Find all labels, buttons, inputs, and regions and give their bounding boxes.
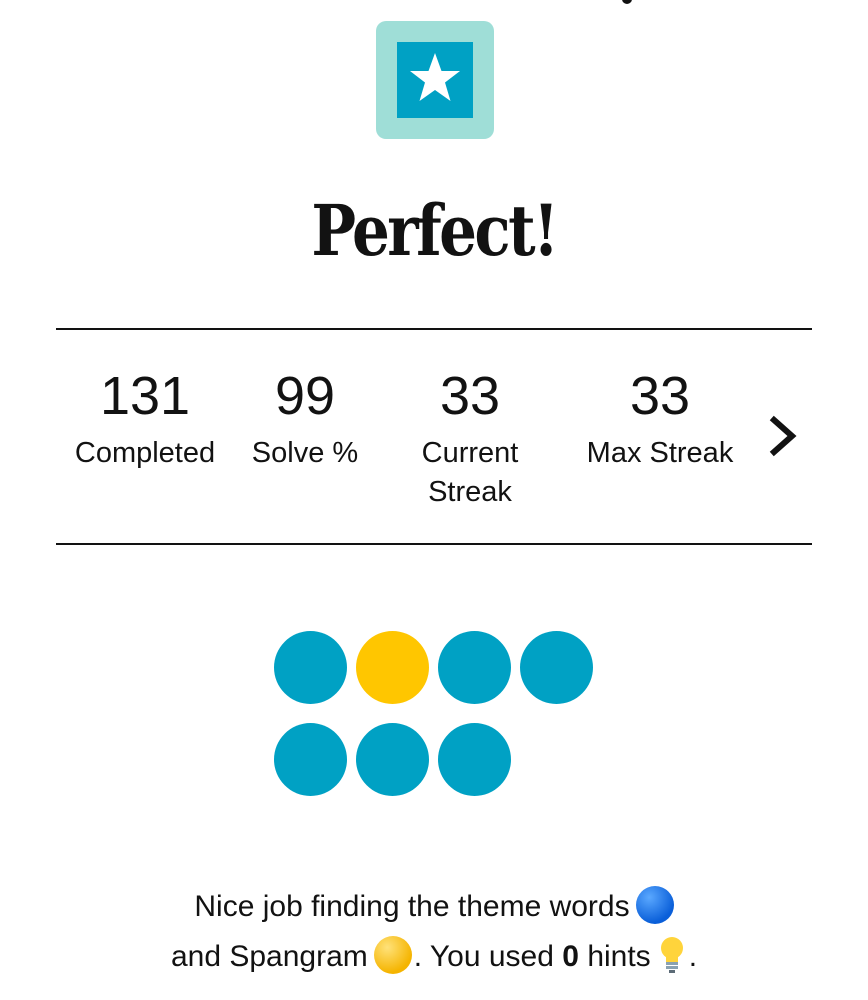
summary-text: hints — [587, 940, 651, 973]
summary-punct: . — [688, 940, 698, 973]
perfect-badge — [376, 21, 494, 139]
summary-line-1: Nice job finding the theme words — [0, 882, 868, 932]
stat-current-streak: 33 Current Streak — [400, 364, 540, 512]
result-headline: Perfect! — [311, 189, 559, 272]
close-icon[interactable] — [762, 0, 802, 8]
theme-word-dot — [438, 723, 511, 796]
theme-word-dot — [274, 631, 347, 704]
star-icon — [410, 53, 460, 101]
summary-line-2: and Spangram . You used 0 hints . — [0, 932, 868, 982]
stat-label: Completed — [74, 437, 216, 469]
clipped-header-text — [612, 0, 652, 6]
theme-word-dot — [274, 723, 347, 796]
stat-value: 131 — [99, 366, 191, 426]
progress-dots — [274, 631, 604, 801]
stats-divider-top — [56, 328, 812, 330]
stat-value: 99 — [274, 366, 336, 426]
stat-solve-percent: 99 Solve % — [240, 364, 370, 473]
stat-label: Current Streak — [421, 437, 519, 508]
theme-word-dot — [356, 723, 429, 796]
chevron-right-icon[interactable] — [764, 412, 802, 460]
lightbulb-icon — [660, 937, 683, 973]
theme-word-dot — [520, 631, 593, 704]
summary-text: and Spangram — [170, 940, 368, 973]
summary-text: Nice job finding the theme words — [194, 890, 630, 923]
stat-value: 33 — [629, 366, 691, 426]
stat-value: 33 — [439, 366, 501, 426]
summary-text: . You used — [413, 940, 554, 973]
stat-completed: 131 Completed — [60, 364, 230, 473]
clipped-glyph — [622, 0, 632, 4]
spangram-dot — [356, 631, 429, 704]
summary-message: Nice job finding the theme words and Spa… — [0, 882, 868, 982]
blue-circle-icon — [635, 886, 674, 924]
hints-count: 0 — [562, 940, 579, 973]
badge-inner — [397, 42, 473, 118]
stat-max-streak: 33 Max Streak — [570, 364, 750, 473]
stat-label: Max Streak — [586, 437, 734, 469]
yellow-circle-icon — [373, 936, 412, 974]
stats-divider-bottom — [56, 543, 812, 545]
stat-label: Solve % — [251, 437, 359, 469]
theme-word-dot — [438, 631, 511, 704]
results-screen: Perfect! 131 Completed 99 Solve % 33 Cur… — [0, 0, 868, 1000]
